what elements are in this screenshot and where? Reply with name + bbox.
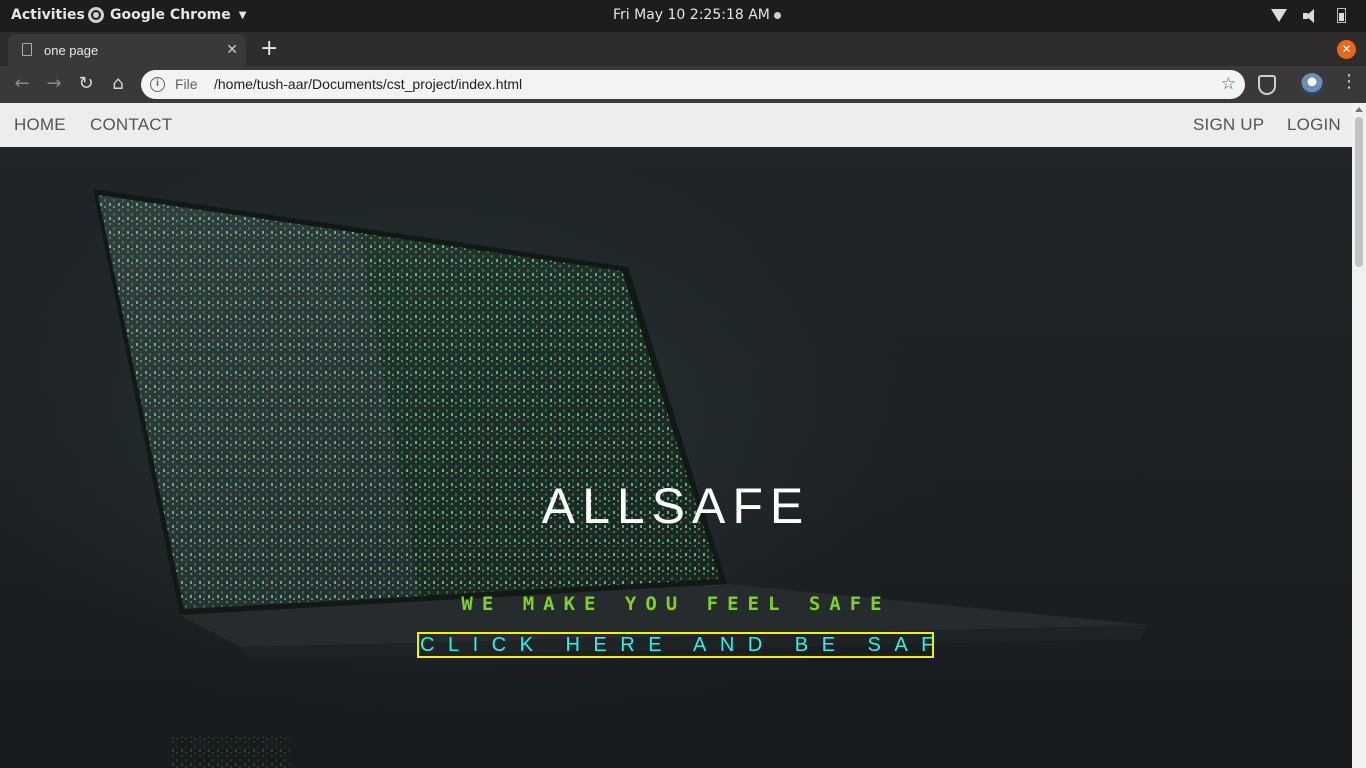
hero-title: ALLSAFE xyxy=(541,478,811,534)
menu-kebab-icon[interactable]: ⋮ xyxy=(1340,71,1358,92)
battery-icon xyxy=(1337,8,1346,23)
clock-text: Fri May 10 2:25:18 AM xyxy=(613,7,770,23)
reload-icon[interactable]: ↻ xyxy=(75,73,97,95)
activities-button[interactable]: Activities xyxy=(11,7,85,23)
info-icon[interactable]: i xyxy=(150,77,165,92)
back-icon[interactable]: ← xyxy=(11,73,33,95)
forward-icon[interactable]: → xyxy=(43,73,65,95)
url-scheme: File xyxy=(175,76,198,92)
notification-dot xyxy=(773,11,781,19)
site-navbar: HOME CONTACT SIGN UP LOGIN xyxy=(0,103,1352,147)
clock[interactable]: Fri May 10 2:25:18 AM xyxy=(613,7,781,23)
page-scrollbar[interactable] xyxy=(1352,103,1366,768)
wifi-icon xyxy=(1271,8,1287,23)
tab-strip: one page ✕ + ✕ xyxy=(0,32,1366,66)
scrollbar-thumb[interactable] xyxy=(1355,117,1363,267)
system-top-bar: Activities Google Chrome ▼ Fri May 10 2:… xyxy=(0,0,1366,32)
browser-toolbar: ← → ↻ ⌂ i File /home/tush-aar/Documents/… xyxy=(0,66,1366,103)
hero-background-image xyxy=(0,147,1150,768)
nav-signup-link[interactable]: SIGN UP xyxy=(1193,115,1264,135)
hero-section: ALLSAFE WE MAKE YOU FEEL SAFE CLICK HERE… xyxy=(0,147,1352,768)
system-tray[interactable] xyxy=(1271,8,1346,23)
scroll-up-icon[interactable] xyxy=(1355,107,1363,112)
shield-extension-icon[interactable] xyxy=(1258,75,1276,95)
chevron-down-icon: ▼ xyxy=(238,9,247,21)
app-menu[interactable]: Google Chrome ▼ xyxy=(88,7,246,23)
address-bar[interactable]: i File /home/tush-aar/Documents/cst_proj… xyxy=(141,70,1245,99)
nav-home-link[interactable]: HOME xyxy=(14,115,66,135)
new-tab-icon[interactable]: + xyxy=(260,36,278,61)
nav-contact-link[interactable]: CONTACT xyxy=(90,115,172,135)
tab-one-page[interactable]: one page ✕ xyxy=(8,34,246,66)
close-tab-icon[interactable]: ✕ xyxy=(226,41,238,58)
tab-title: one page xyxy=(44,43,99,58)
profile-avatar[interactable] xyxy=(1301,73,1323,95)
volume-icon xyxy=(1303,8,1321,23)
cta-button[interactable]: CLICK HERE AND BE SAFE xyxy=(417,632,934,658)
hero-tagline: WE MAKE YOU FEEL SAFE xyxy=(461,593,891,615)
chrome-icon xyxy=(88,7,104,23)
page-icon xyxy=(22,43,32,56)
page-viewport: HOME CONTACT SIGN UP LOGIN ALLSAFE WE MA… xyxy=(0,103,1352,768)
app-name: Google Chrome xyxy=(110,7,231,23)
bookmark-star-icon[interactable]: ☆ xyxy=(1221,74,1236,94)
window-close-icon[interactable]: ✕ xyxy=(1337,40,1356,59)
nav-login-link[interactable]: LOGIN xyxy=(1287,115,1341,135)
home-icon[interactable]: ⌂ xyxy=(107,73,129,95)
url-text[interactable]: /home/tush-aar/Documents/cst_project/ind… xyxy=(214,76,522,92)
